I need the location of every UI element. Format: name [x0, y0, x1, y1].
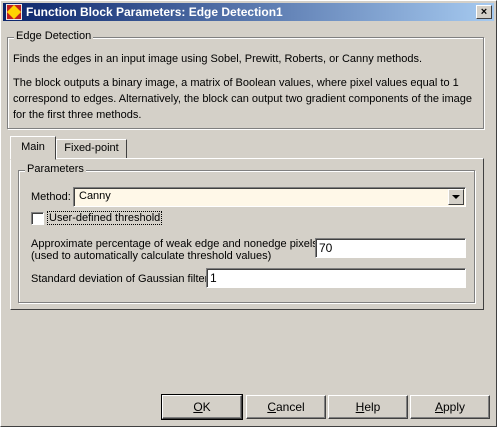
ok-label-rest: K [202, 400, 211, 414]
close-button[interactable]: × [476, 5, 492, 19]
dialog-window: Function Block Parameters: Edge Detectio… [0, 0, 497, 427]
user-defined-threshold-checkbox[interactable] [31, 212, 44, 225]
block-name-label: Edge Detection [14, 30, 94, 42]
cancel-accelerator: C [267, 400, 276, 414]
weak-edge-label-line1: Approximate percentage of weak edge and … [31, 238, 321, 250]
cancel-button[interactable]: Cancel [246, 395, 326, 419]
apply-accelerator: A [434, 400, 443, 414]
apply-button[interactable]: Apply [410, 395, 490, 419]
tab-main[interactable]: Main [10, 136, 56, 160]
method-dropdown-value: Canny [79, 190, 111, 202]
window-title: Function Block Parameters: Edge Detectio… [26, 5, 283, 19]
tab-fixed-point[interactable]: Fixed-point [56, 139, 127, 158]
block-description-line2: The block outputs a binary image, a matr… [13, 77, 473, 121]
tab-fixed-point-label: Fixed-point [64, 142, 119, 154]
weak-edge-percentage-input[interactable]: 70 [315, 238, 466, 258]
title-bar[interactable]: Function Block Parameters: Edge Detectio… [3, 3, 494, 21]
help-label-rest: elp [364, 400, 381, 414]
block-description-line1: Finds the edges in an input image using … [13, 53, 423, 65]
user-defined-threshold-label[interactable]: User-defined threshold [46, 211, 163, 225]
ok-button[interactable]: OK [161, 394, 243, 420]
gaussian-std-input[interactable]: 1 [206, 268, 466, 288]
help-button[interactable]: Help [328, 395, 408, 419]
ok-accelerator: O [193, 400, 203, 414]
weak-edge-label-line2: (used to automatically calculate thresho… [31, 250, 272, 262]
simulink-app-icon [6, 4, 22, 20]
tab-main-label: Main [21, 141, 45, 153]
method-label: Method: [31, 191, 71, 203]
parameters-group-label: Parameters [25, 163, 86, 175]
cancel-label-rest: ancel [275, 400, 305, 414]
method-dropdown[interactable]: Canny [73, 187, 466, 207]
dropdown-arrow-icon[interactable] [448, 189, 464, 205]
apply-label-rest: pply [443, 400, 466, 414]
gaussian-std-label: Standard deviation of Gaussian filter: [31, 273, 212, 285]
